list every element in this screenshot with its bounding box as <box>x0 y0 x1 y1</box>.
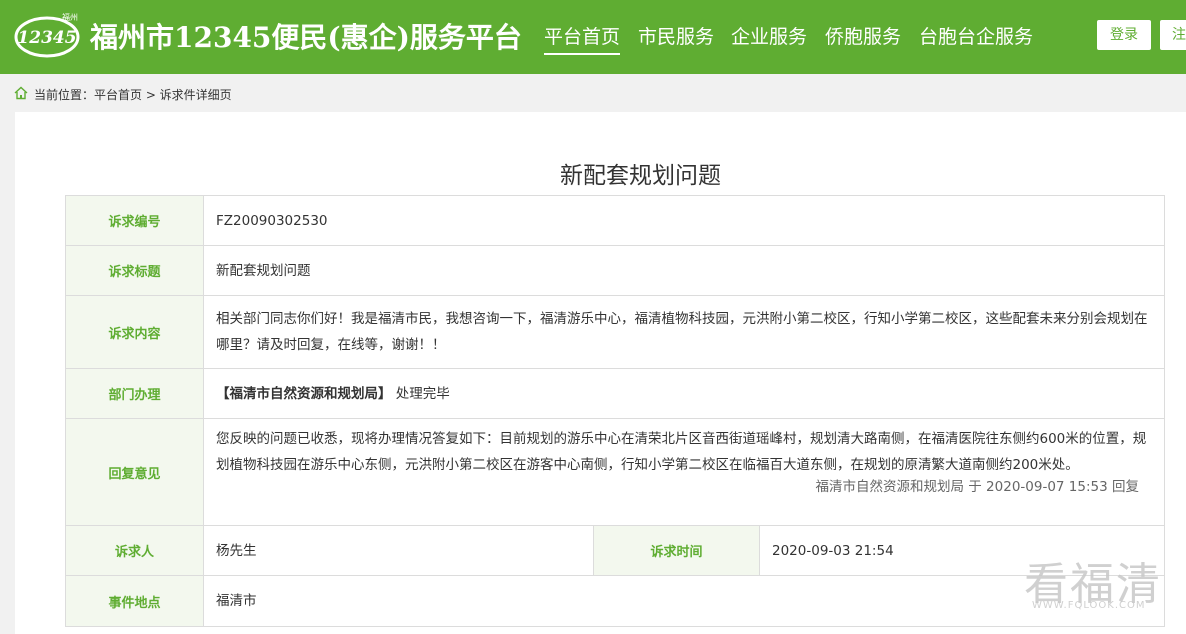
watermark-url: WWW.FQLOOK.COM <box>1032 600 1146 611</box>
table-row-person: 诉求人 杨先生 诉求时间 2020-09-03 21:54 <box>66 526 1164 576</box>
time-value: 2020-09-03 21:54 <box>772 543 894 559</box>
dept-label: 部门办理 <box>66 369 204 418</box>
watermark-logo: 看福清 WWW.FQLOOK.COM <box>1022 548 1166 618</box>
id-label: 诉求编号 <box>66 196 204 245</box>
time-label: 诉求时间 <box>593 526 760 575</box>
table-row-content: 诉求内容 相关部门同志你们好！我是福清市民，我想咨询一下，福清游乐中心，福清植物… <box>66 296 1164 369</box>
register-button[interactable]: 注 <box>1160 20 1186 50</box>
dept-value: 【福清市自然资源和规划局】 处理完毕 <box>216 381 450 407</box>
svg-text:12345: 12345 <box>17 28 76 48</box>
table-row-dept: 部门办理 【福清市自然资源和规划局】 处理完毕 <box>66 369 1164 419</box>
table-row-title: 诉求标题 新配套规划问题 <box>66 246 1164 296</box>
site-title[interactable]: 福州市12345便民(惠企)服务平台 <box>90 16 522 56</box>
content-value: 相关部门同志你们好！我是福清市民，我想咨询一下，福清游乐中心，福清植物科技园，元… <box>216 311 1148 353</box>
person-label: 诉求人 <box>66 526 204 575</box>
title-value: 新配套规划问题 <box>216 263 311 279</box>
login-button[interactable]: 登录 <box>1097 20 1151 50</box>
breadcrumb-text[interactable]: 当前位置：平台首页 > 诉求件详细页 <box>34 86 232 103</box>
dept-name: 【福清市自然资源和规划局】 <box>216 386 392 402</box>
title-label: 诉求标题 <box>66 246 204 295</box>
content-panel: 新配套规划问题 诉求编号 FZ20090302530 诉求标题 新配套规划问题 … <box>15 112 1186 634</box>
nav-overseas-chinese-services[interactable]: 侨胞服务 <box>825 22 901 49</box>
dept-status: 处理完毕 <box>395 386 450 402</box>
table-row-reply: 回复意见 您反映的问题已收悉，现将办理情况答复如下：目前规划的游乐中心在清荣北片… <box>66 419 1164 526</box>
logo-12345-icon[interactable]: 12345 福州 <box>14 12 84 58</box>
table-row-id: 诉求编号 FZ20090302530 <box>66 196 1164 246</box>
nav-taiwan-services[interactable]: 台胞台企服务 <box>919 22 1033 49</box>
reply-value: 您反映的问题已收悉，现将办理情况答复如下：目前规划的游乐中心在清荣北片区音西街道… <box>216 431 1147 473</box>
top-header: 12345 福州 福州市12345便民(惠企)服务平台 平台首页 市民服务 企业… <box>0 0 1186 74</box>
location-label: 事件地点 <box>66 576 204 626</box>
home-icon <box>14 86 28 100</box>
content-label: 诉求内容 <box>66 296 204 368</box>
person-value: 杨先生 <box>216 543 257 559</box>
reply-meta: 福清市自然资源和规划局 于 2020-09-07 15:53 回复 <box>815 479 1139 495</box>
id-value: FZ20090302530 <box>216 213 328 229</box>
nav-citizen-services[interactable]: 市民服务 <box>638 22 714 49</box>
nav-home[interactable]: 平台首页 <box>544 22 621 55</box>
reply-label: 回复意见 <box>66 419 204 525</box>
detail-table: 诉求编号 FZ20090302530 诉求标题 新配套规划问题 诉求内容 相关部… <box>65 195 1165 627</box>
nav-enterprise-services[interactable]: 企业服务 <box>731 22 807 49</box>
svg-text:福州: 福州 <box>62 13 78 22</box>
location-value: 福清市 <box>216 593 257 609</box>
page-title: 新配套规划问题 <box>560 163 721 189</box>
table-row-location: 事件地点 福清市 <box>66 576 1164 626</box>
